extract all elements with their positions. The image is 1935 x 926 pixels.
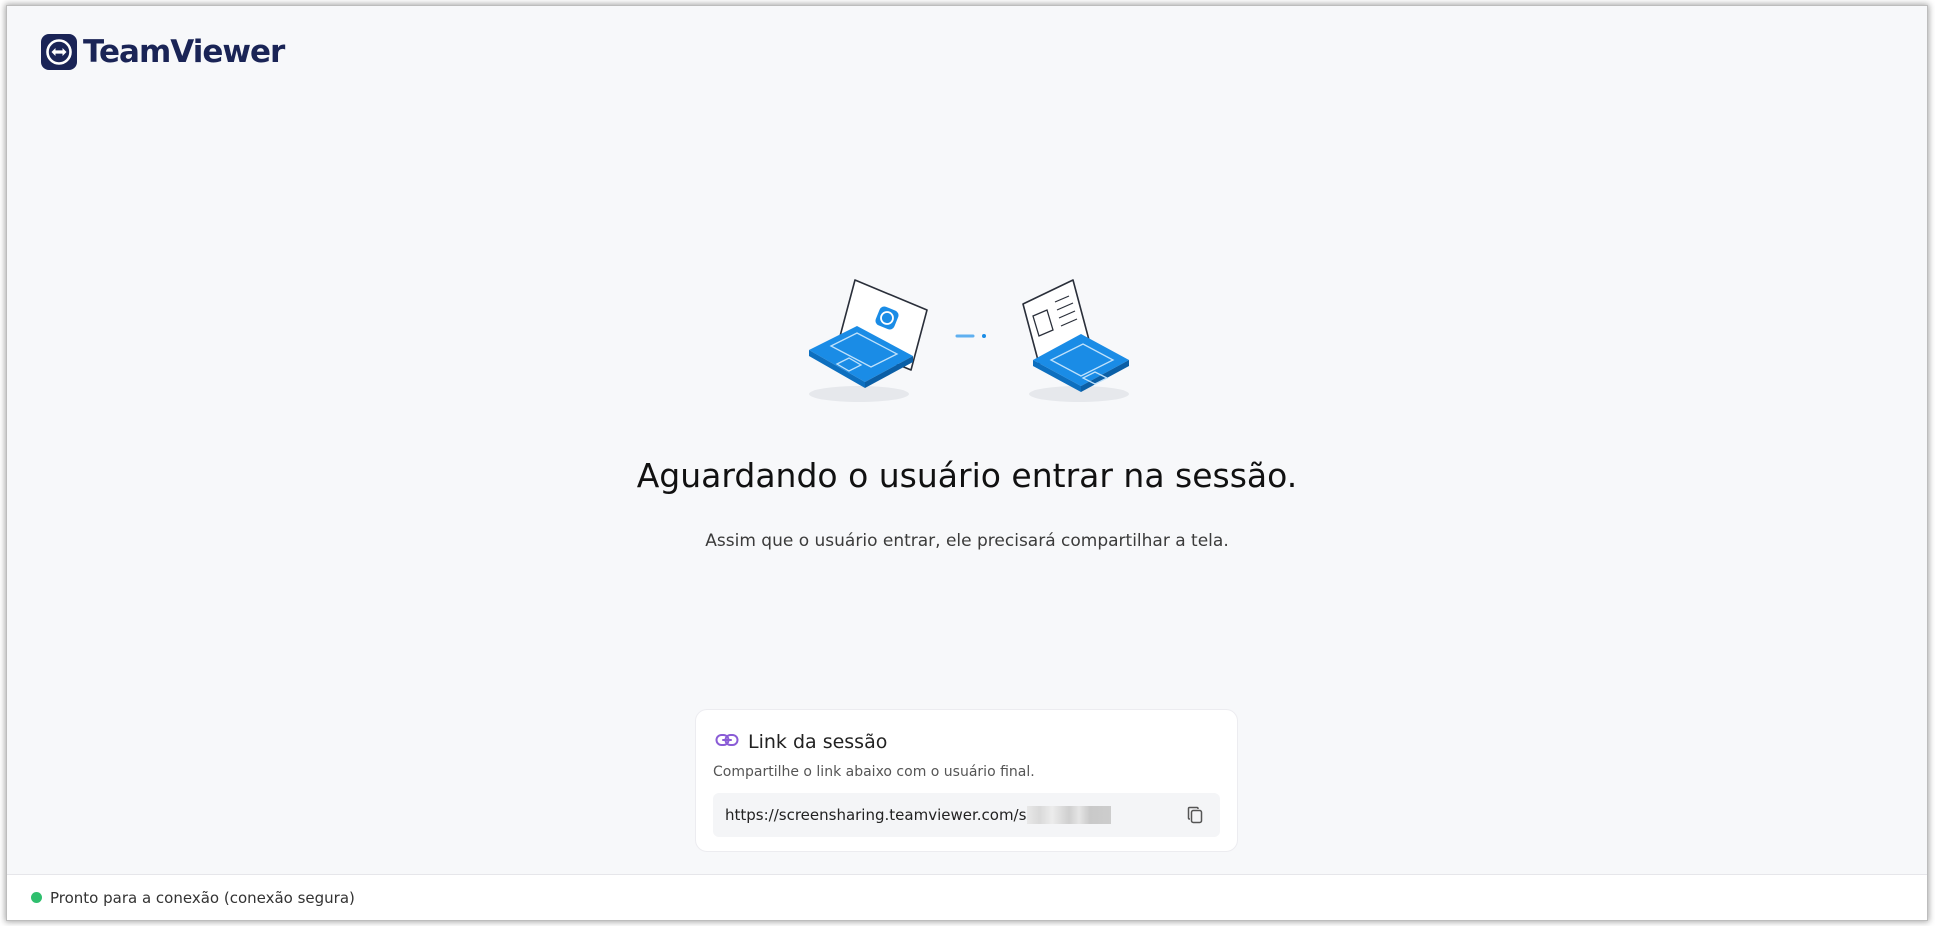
teamviewer-logo-icon <box>41 34 77 70</box>
connection-status-text: Pronto para a conexão (conexão segura) <box>50 888 355 907</box>
connecting-laptops-illustration <box>809 279 1129 402</box>
redacted-link-part <box>1027 806 1112 824</box>
session-link-card: Link da sessão Compartilhe o link abaixo… <box>695 709 1238 852</box>
page-title: Aguardando o usuário entrar na sessão. <box>636 456 1298 495</box>
copy-icon <box>1187 806 1203 824</box>
teamviewer-logo: TeamViewer <box>41 34 285 70</box>
session-link-description: Compartilhe o link abaixo com o usuário … <box>713 764 1035 780</box>
session-link-title: Link da sessão <box>748 731 888 753</box>
status-bar: Pronto para a conexão (conexão segura) <box>7 874 1927 920</box>
app-window: TeamViewer Aguardando o usuário entrar n… <box>7 6 1927 920</box>
page-subtitle: Assim que o usuário entrar, ele precisar… <box>705 531 1229 551</box>
session-link-field[interactable]: https://screensharing.teamviewer.com/s <box>713 793 1220 837</box>
teamviewer-logo-text: TeamViewer <box>83 34 285 70</box>
session-link-header: Link da sessão <box>715 731 887 753</box>
link-icon <box>715 732 739 753</box>
copy-link-button[interactable] <box>1186 805 1206 825</box>
session-link-url[interactable]: https://screensharing.teamviewer.com/s <box>725 806 1026 824</box>
status-indicator-dot <box>31 892 42 903</box>
